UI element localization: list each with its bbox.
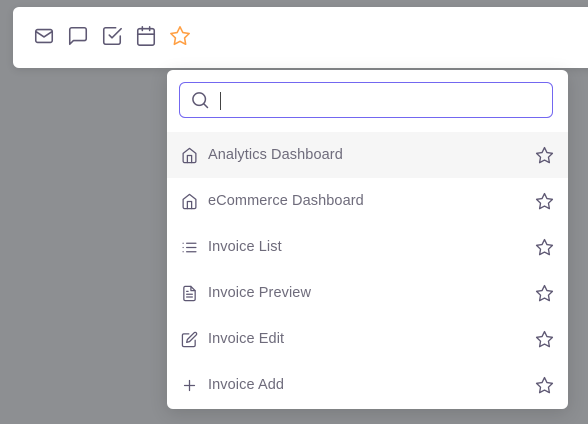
search-results: Analytics Dashboard eCommerce Dashboard <box>167 132 568 408</box>
chat-icon[interactable] <box>67 25 89 47</box>
file-text-icon <box>180 284 198 302</box>
result-item-invoice-add[interactable]: Invoice Add <box>167 362 568 408</box>
star-icon[interactable] <box>535 146 554 165</box>
result-item-analytics-dashboard[interactable]: Analytics Dashboard <box>167 132 568 178</box>
result-item-invoice-edit[interactable]: Invoice Edit <box>167 316 568 362</box>
result-item-invoice-list[interactable]: Invoice List <box>167 224 568 270</box>
edit-icon <box>180 330 198 348</box>
home-icon <box>180 146 198 164</box>
star-icon[interactable] <box>169 25 191 47</box>
result-label: Invoice List <box>208 239 282 255</box>
mail-icon[interactable] <box>33 25 55 47</box>
star-icon[interactable] <box>535 192 554 211</box>
list-icon <box>180 238 198 256</box>
result-label: Invoice Preview <box>208 285 312 301</box>
result-label: Invoice Edit <box>208 331 285 347</box>
home-icon <box>180 192 198 210</box>
star-icon[interactable] <box>535 376 554 395</box>
plus-icon <box>180 376 198 394</box>
star-icon[interactable] <box>535 330 554 349</box>
result-label: eCommerce Dashboard <box>208 193 364 209</box>
result-item-invoice-preview[interactable]: Invoice Preview <box>167 270 568 316</box>
result-item-ecommerce-dashboard[interactable]: eCommerce Dashboard <box>167 178 568 224</box>
search-input[interactable] <box>218 87 538 113</box>
text-cursor <box>220 92 221 110</box>
navbar <box>13 7 588 68</box>
result-label: Analytics Dashboard <box>208 147 343 163</box>
star-icon[interactable] <box>535 238 554 257</box>
star-icon[interactable] <box>535 284 554 303</box>
search-icon <box>190 90 210 110</box>
search-box[interactable] <box>179 82 553 118</box>
todo-icon[interactable] <box>101 25 123 47</box>
result-label: Invoice Add <box>208 377 285 393</box>
bookmark-icons <box>33 25 191 47</box>
calendar-icon[interactable] <box>135 25 157 47</box>
bookmark-dropdown: Analytics Dashboard eCommerce Dashboard <box>167 70 568 409</box>
